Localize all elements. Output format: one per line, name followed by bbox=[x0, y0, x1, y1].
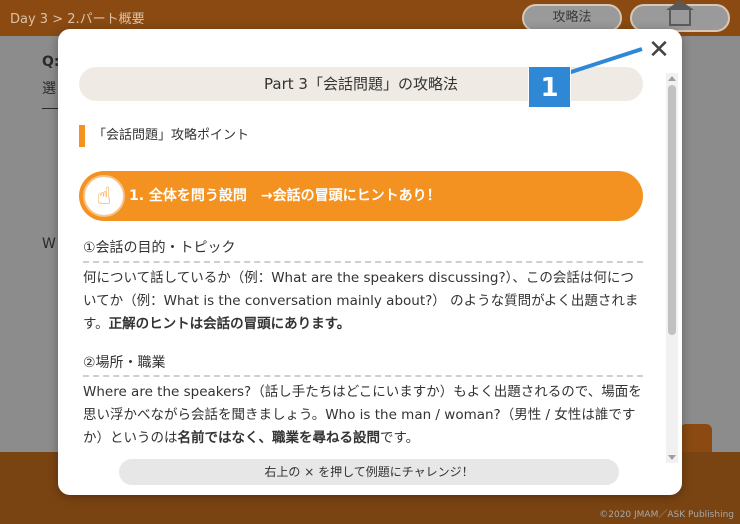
select-text: 選 bbox=[42, 81, 56, 97]
scroll-down-icon[interactable] bbox=[668, 455, 676, 460]
close-icon[interactable]: ✕ bbox=[646, 37, 672, 63]
item-text: 何について話しているか（例：What are the speakers disc… bbox=[83, 270, 639, 332]
scrollbar[interactable] bbox=[666, 73, 678, 463]
pointing-hand-icon: ☝ bbox=[83, 175, 125, 217]
copyright: ©2020 JMAM／ASK Publishing bbox=[599, 510, 734, 520]
divider bbox=[83, 375, 643, 377]
item-heading: ②場所・職業 bbox=[83, 355, 166, 371]
callout-badge: 1 bbox=[528, 66, 571, 108]
question-label: Q: bbox=[42, 54, 60, 70]
breadcrumb: Day 3 > 2.パート概要 bbox=[10, 12, 145, 27]
section-title: 「会話問題」攻略ポイント bbox=[79, 125, 249, 147]
item-heading: ①会話の目的・トピック bbox=[83, 240, 236, 256]
item-text: Where are the speakers?（話し手たちはどこにいますか）もよ… bbox=[83, 384, 642, 446]
home-button[interactable] bbox=[630, 0, 730, 32]
divider bbox=[83, 261, 643, 263]
scroll-up-icon[interactable] bbox=[668, 76, 676, 81]
footer-note: 右上の × を押して例題にチャレンジ！ bbox=[119, 459, 619, 485]
modal-content[interactable]: 「会話問題」攻略ポイント ☝ 1. 全体を問う設問 →会話の冒頭にヒントあり！ … bbox=[79, 111, 647, 459]
side-tab[interactable] bbox=[680, 424, 712, 454]
strategy-button[interactable]: 攻略法 bbox=[522, 4, 622, 32]
strategy-modal: ✕ Part 3「会話問題」の攻略法 1 「会話問題」攻略ポイント ☝ 1. 全… bbox=[58, 29, 682, 495]
banner-text: 1. 全体を問う設問 →会話の冒頭にヒントあり！ bbox=[129, 188, 441, 204]
home-icon bbox=[666, 0, 694, 26]
scroll-thumb[interactable] bbox=[668, 85, 676, 335]
point-banner: ☝ 1. 全体を問う設問 →会話の冒頭にヒントあり！ bbox=[79, 171, 643, 221]
body-initial: W bbox=[42, 236, 56, 252]
